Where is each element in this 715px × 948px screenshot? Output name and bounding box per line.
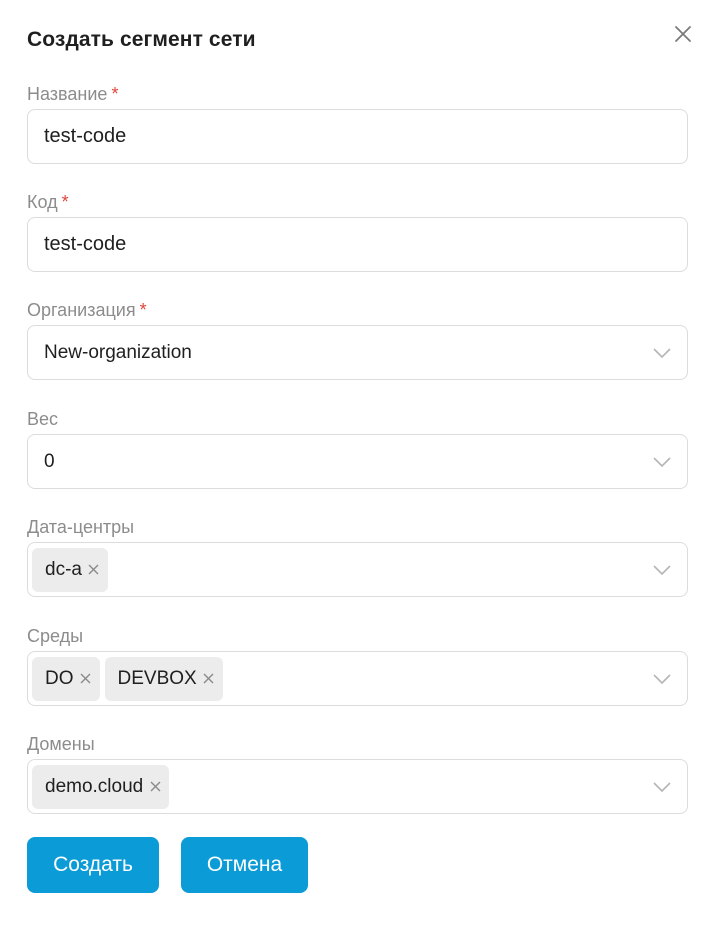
environments-label: Среды xyxy=(27,626,84,646)
tag-label: demo.cloud xyxy=(45,775,144,797)
code-label: Код * xyxy=(27,192,69,212)
code-input[interactable] xyxy=(28,218,687,271)
environments-field-group: Среды DO DEVBOX xyxy=(27,625,688,706)
name-field-group: Название * xyxy=(27,83,688,164)
tag-chip: dc-a xyxy=(32,547,108,592)
required-mark: * xyxy=(111,84,119,104)
organization-label: Организация * xyxy=(27,300,147,320)
cancel-button[interactable]: Отмена xyxy=(181,837,308,893)
tag-chip: DEVBOX xyxy=(104,656,223,701)
create-network-segment-dialog: Создать сегмент сети Название* Код* Орга… xyxy=(0,0,715,948)
tag-label: dc-a xyxy=(45,558,82,580)
chevron-down-icon xyxy=(653,454,671,470)
create-button[interactable]: Создать xyxy=(27,837,159,893)
tag-remove-button[interactable] xyxy=(149,781,161,793)
domains-tags: demo.cloud xyxy=(28,764,170,809)
environments-tags: DO DEVBOX xyxy=(28,656,223,701)
organization-select[interactable]: New-organization xyxy=(27,325,688,380)
tag-remove-button[interactable] xyxy=(80,673,92,685)
datacenters-multiselect[interactable]: dc-a xyxy=(27,542,688,597)
chevron-down-icon xyxy=(653,671,671,687)
domains-label: Домены xyxy=(27,734,95,754)
weight-label: Вес xyxy=(27,409,59,429)
close-icon xyxy=(675,26,691,42)
weight-field-group: Вес 0 xyxy=(27,408,688,489)
close-icon xyxy=(88,564,99,575)
tag-remove-button[interactable] xyxy=(203,673,215,685)
datacenters-field-group: Дата-центры dc-a xyxy=(27,516,688,597)
close-icon xyxy=(150,781,161,792)
code-field-group: Код * xyxy=(27,191,688,272)
tag-chip: DO xyxy=(32,656,100,701)
datacenters-label: Дата-центры xyxy=(27,517,135,537)
weight-select[interactable]: 0 xyxy=(27,434,688,489)
tag-label: DO xyxy=(45,667,74,689)
chevron-down-icon xyxy=(653,779,671,795)
required-mark: * xyxy=(61,192,69,212)
tag-remove-button[interactable] xyxy=(88,564,100,576)
close-icon xyxy=(203,673,214,684)
close-button[interactable] xyxy=(671,22,695,46)
tag-label: DEVBOX xyxy=(117,667,197,689)
name-input-box xyxy=(27,109,688,164)
environments-multiselect[interactable]: DO DEVBOX xyxy=(27,651,688,706)
organization-selected-value: New-organization xyxy=(44,341,192,363)
name-label: Название * xyxy=(27,84,119,104)
domains-field-group: Домены demo.cloud xyxy=(27,733,688,814)
tag-chip: demo.cloud xyxy=(32,764,170,809)
code-input-box xyxy=(27,217,688,272)
required-mark: * xyxy=(139,300,147,320)
datacenters-tags: dc-a xyxy=(28,547,108,592)
chevron-down-icon xyxy=(653,562,671,578)
close-icon xyxy=(80,673,91,684)
name-input[interactable] xyxy=(28,110,687,163)
weight-selected-value: 0 xyxy=(44,450,55,472)
dialog-title: Создать сегмент сети xyxy=(27,28,256,51)
chevron-down-icon xyxy=(653,345,671,361)
domains-multiselect[interactable]: demo.cloud xyxy=(27,759,688,814)
organization-field-group: Организация * New-organization xyxy=(27,299,688,380)
